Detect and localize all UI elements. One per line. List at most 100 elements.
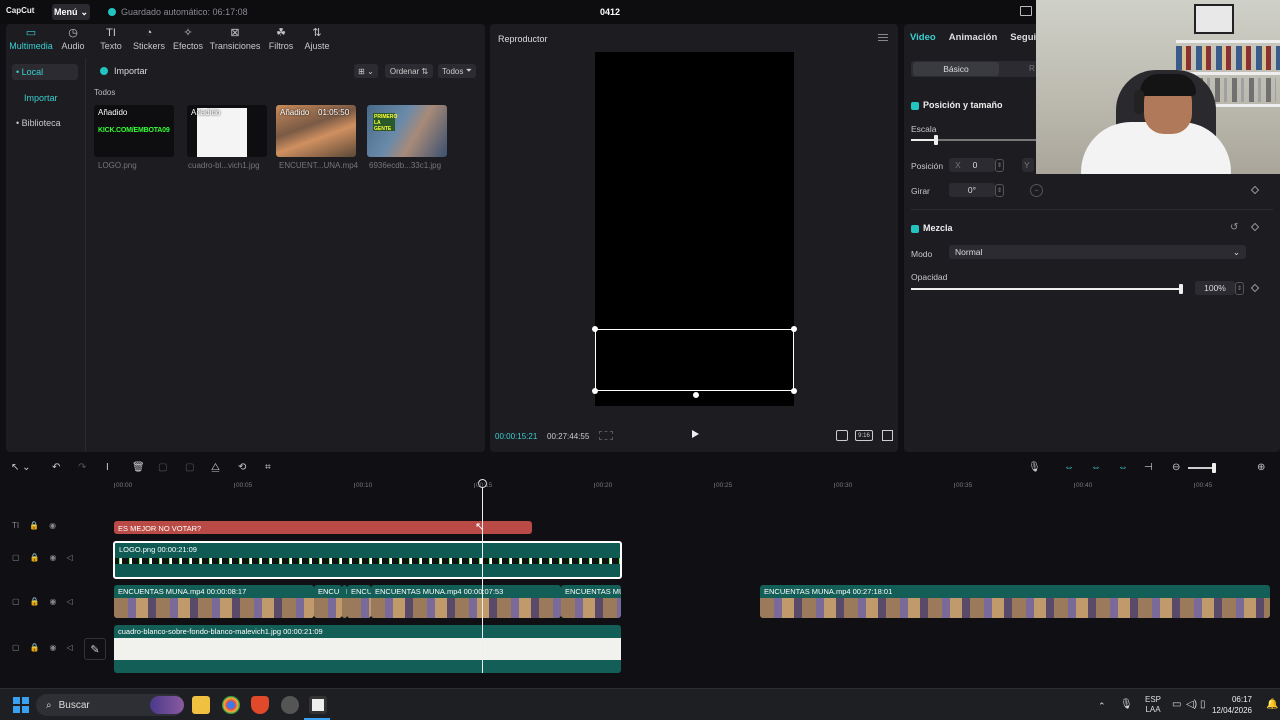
chevron-up-icon[interactable]: ⌃ <box>1098 701 1106 712</box>
opacity-slider[interactable] <box>911 284 1183 294</box>
filter-button[interactable]: Todos ⏷ <box>438 64 476 78</box>
stepper-icon[interactable]: ⇕ <box>1235 282 1244 295</box>
notification-bell-icon[interactable]: 🔔 <box>1266 699 1278 710</box>
crop-icon[interactable]: ⌗ <box>265 462 271 474</box>
position-y-field[interactable]: Y <box>1022 158 1034 172</box>
slider-knob[interactable] <box>934 135 938 145</box>
zoom-in-icon[interactable]: ⊕ <box>1257 462 1265 474</box>
tab-audio[interactable]: ◷ Audio <box>54 24 92 54</box>
view-mode-button[interactable]: ⊞ ⌄ <box>354 64 378 78</box>
video-clip[interactable]: ENCU <box>347 585 371 618</box>
import-button[interactable]: Importar <box>100 66 148 76</box>
lock-icon[interactable]: 🔒 <box>30 597 40 606</box>
freeze-icon[interactable]: ▢ <box>158 462 167 474</box>
playhead[interactable] <box>482 481 483 673</box>
link-icon[interactable]: ⇔ <box>1064 462 1074 474</box>
subtab-basico[interactable]: Básico <box>913 62 999 76</box>
tab-filtros[interactable]: ☘ Filtros <box>262 24 300 54</box>
eye-icon[interactable]: ◉ <box>49 521 56 530</box>
snap-icon[interactable]: ⇔ <box>1118 462 1128 474</box>
video-clip[interactable]: ENCUENTAS MUNA.mp4 00:00:08:17 <box>114 585 314 618</box>
project-title[interactable]: 0412 <box>600 7 620 17</box>
keyframe-icon[interactable] <box>1250 222 1260 232</box>
mirror-icon[interactable]: ⧋ <box>211 462 220 474</box>
fit-screen-icon[interactable] <box>836 430 848 441</box>
checkbox-icon[interactable] <box>911 101 919 110</box>
network-icon[interactable]: ▭ <box>1172 699 1181 710</box>
language-indicator[interactable]: ESP LAA <box>1145 695 1161 715</box>
split-icon[interactable]: I <box>106 462 109 474</box>
slider-knob[interactable] <box>1179 284 1183 294</box>
rotate-handle-icon[interactable] <box>692 391 700 399</box>
media-thumb-cuadro[interactable]: Añadido <box>187 105 267 157</box>
taskbar-clock[interactable]: 06:17 12/04/2026 <box>1206 694 1252 716</box>
opacity-field[interactable]: 100% <box>1195 281 1235 295</box>
text-clip[interactable]: ES MEJOR NO VOTAR? <box>114 521 532 534</box>
mode-select[interactable]: Normal ⌄ <box>949 245 1246 259</box>
eye-icon[interactable]: ◉ <box>50 643 57 652</box>
sort-button[interactable]: Ordenar ⇅ <box>385 64 433 78</box>
logo-clip[interactable]: LOGO.png 00:00:21:09 <box>113 541 622 579</box>
section-position-size[interactable]: Posición y tamaño <box>911 100 1003 110</box>
scale-slider[interactable] <box>911 135 1036 145</box>
eye-icon[interactable]: ◉ <box>50 553 57 562</box>
resize-handle[interactable] <box>791 326 797 332</box>
tab-multimedia[interactable]: ▭ Multimedia <box>9 24 53 54</box>
lock-icon[interactable]: 🔒 <box>30 553 40 562</box>
select-tool-icon[interactable]: ↖ ⌄ <box>11 462 31 474</box>
resize-handle[interactable] <box>592 326 598 332</box>
subtab-other[interactable]: R <box>1029 64 1035 73</box>
rotate-dial-icon[interactable]: – <box>1030 184 1043 197</box>
zoom-slider-knob[interactable] <box>1212 463 1216 473</box>
microphone-icon[interactable]: 🎙 <box>1120 699 1133 710</box>
aspect-ratio-button[interactable]: 9:16 <box>855 430 873 441</box>
video-clip[interactable]: ENCU <box>314 585 342 618</box>
stepper-icon[interactable]: ⇕ <box>995 184 1004 197</box>
audio-icon[interactable]: ◁ <box>67 597 73 606</box>
delete-icon[interactable]: 🗑 <box>132 462 145 474</box>
position-x-field[interactable]: X 0 <box>949 158 995 172</box>
zoom-out-icon[interactable]: ⊖ <box>1172 462 1180 474</box>
audio-icon[interactable]: ◁ <box>67 553 73 562</box>
tab-seguimiento[interactable]: Segui <box>1010 32 1036 43</box>
stepper-icon[interactable]: ⇕ <box>995 159 1004 172</box>
chrome-icon[interactable] <box>222 696 240 714</box>
eye-icon[interactable]: ◉ <box>50 597 57 606</box>
resize-handle[interactable] <box>791 388 797 394</box>
grid-icon[interactable] <box>599 431 613 440</box>
media-thumb-video[interactable]: Añadido 01:05:50 <box>276 105 356 157</box>
section-blend[interactable]: Mezcla <box>911 223 953 233</box>
redo-icon[interactable]: ↷ <box>78 462 86 474</box>
keyframe-icon[interactable] <box>1250 185 1260 195</box>
keyframe-icon[interactable] <box>1250 283 1260 293</box>
video-clip[interactable]: ENCUENTAS MUNA.mp4 00:00:07:53 <box>371 585 561 618</box>
menu-button[interactable]: Menú ⌄ <box>52 4 90 20</box>
tab-stickers[interactable]: ◔ Stickers <box>130 24 168 54</box>
file-explorer-icon[interactable] <box>192 696 210 714</box>
hamburger-menu-icon[interactable] <box>878 32 888 42</box>
video-clip[interactable]: ENCUENTAS MU <box>561 585 621 618</box>
lock-icon[interactable]: 🔒 <box>30 643 40 652</box>
lock-icon[interactable]: 🔒 <box>29 521 39 530</box>
video-clip[interactable]: ENCUENTAS MUNA.mp4 00:27:18:01 <box>760 585 1270 618</box>
checkbox-icon[interactable] <box>911 224 919 233</box>
undo-icon[interactable]: ↶ <box>52 462 60 474</box>
tab-transiciones[interactable]: ⊠ Transiciones <box>210 24 261 54</box>
taskbar-search[interactable]: ⌕ Buscar <box>36 694 184 716</box>
windows-start-icon[interactable] <box>13 697 29 713</box>
sidebar-item-importar[interactable]: Importar <box>12 90 78 106</box>
tab-video[interactable]: Video <box>910 32 936 43</box>
audio-icon[interactable]: ◁ <box>67 643 73 652</box>
brave-icon[interactable] <box>251 696 269 714</box>
reverse-icon[interactable]: ▢ <box>185 462 194 474</box>
image-clip[interactable]: cuadro-blanco-sobre-fondo-blanco-malevic… <box>114 625 621 673</box>
sidebar-item-biblioteca[interactable]: • Biblioteca <box>12 115 78 131</box>
battery-icon[interactable]: ▯ <box>1200 699 1206 710</box>
edit-cover-icon[interactable]: ✎ <box>84 638 106 660</box>
magnet-icon[interactable]: ⇔ <box>1091 462 1101 474</box>
split-view-icon[interactable]: ⊣ <box>1144 462 1153 474</box>
rotate-field[interactable]: 0° <box>949 183 995 197</box>
reset-icon[interactable]: ↺ <box>1230 222 1238 233</box>
tab-animacion[interactable]: Animación <box>949 32 998 43</box>
selection-box[interactable] <box>592 326 797 399</box>
